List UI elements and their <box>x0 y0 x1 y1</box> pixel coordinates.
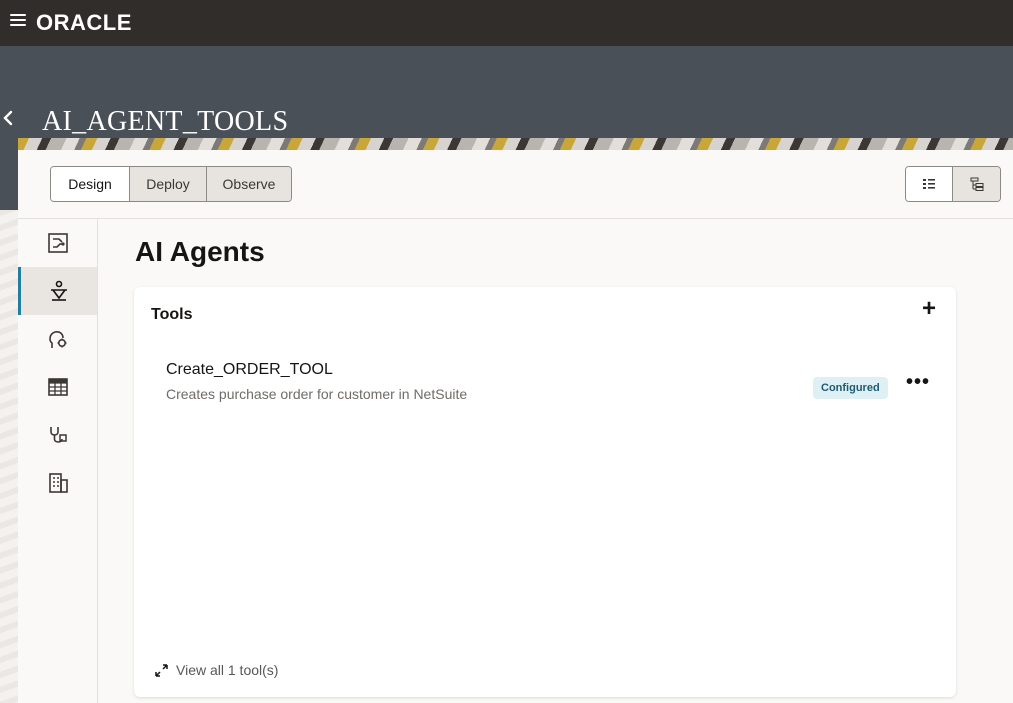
top-bar: ORACLE <box>0 0 1013 46</box>
side-navigation <box>18 219 98 703</box>
tool-row[interactable]: Create_ORDER_TOOL Creates purchase order… <box>150 351 940 409</box>
card-toolbar: Design Deploy Observe <box>18 150 1013 219</box>
nav-item-ai-agents[interactable] <box>18 267 97 315</box>
building-icon <box>48 473 68 493</box>
tree-view-icon <box>970 177 983 191</box>
tree-view-button[interactable] <box>953 167 1000 201</box>
nav-item-integration[interactable] <box>18 219 97 267</box>
status-badge: Configured <box>813 377 888 399</box>
back-button[interactable] <box>2 108 16 132</box>
table-icon <box>47 378 68 396</box>
add-tool-button[interactable]: + <box>917 297 941 321</box>
tools-panel: Tools + Create_ORDER_TOOL Creates purcha… <box>134 287 956 697</box>
designer-card: Design Deploy Observe AI Agents Tools + … <box>18 150 1013 703</box>
mode-tabs: Design Deploy Observe <box>50 166 292 202</box>
oracle-logo[interactable]: ORACLE <box>36 10 132 36</box>
view-all-label: View all 1 tool(s) <box>176 662 279 678</box>
hamburger-menu-icon[interactable] <box>10 13 26 27</box>
integration-flow-icon <box>47 233 68 253</box>
agent-settings-icon <box>48 331 66 348</box>
nav-item-health[interactable] <box>18 411 97 459</box>
tab-deploy[interactable]: Deploy <box>129 167 206 201</box>
tools-heading: Tools <box>151 306 193 323</box>
section-title: AI Agents <box>135 236 265 267</box>
chevron-left-icon <box>3 110 13 126</box>
tool-name[interactable]: Create_ORDER_TOOL <box>166 361 333 379</box>
nav-item-tables[interactable] <box>18 363 97 411</box>
tab-observe[interactable]: Observe <box>206 167 291 201</box>
ai-agent-icon <box>51 280 67 301</box>
list-view-button[interactable] <box>906 167 953 201</box>
expand-icon <box>155 663 168 677</box>
stethoscope-icon <box>49 427 67 443</box>
nav-item-organization[interactable] <box>18 459 97 507</box>
more-actions-button[interactable]: ••• <box>904 372 932 397</box>
nav-item-agent-settings[interactable] <box>18 315 97 363</box>
tab-design[interactable]: Design <box>51 167 129 201</box>
view-all-link[interactable]: View all 1 tool(s) <box>155 662 278 678</box>
decorative-side-pattern <box>0 210 18 703</box>
view-toggle <box>905 166 1001 202</box>
tool-description: Creates purchase order for customer in N… <box>166 386 468 402</box>
page-title: AI_AGENT_TOOLS <box>42 106 289 137</box>
list-view-icon <box>923 179 935 189</box>
